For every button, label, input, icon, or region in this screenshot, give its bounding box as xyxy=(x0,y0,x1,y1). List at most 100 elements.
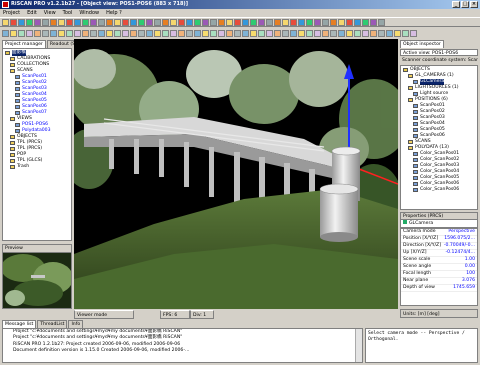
tab-object-inspector[interactable]: Object inspector xyxy=(400,40,444,48)
toolbar-button[interactable] xyxy=(2,18,9,26)
toolbar-button[interactable] xyxy=(378,18,385,26)
view-toolbar-button[interactable] xyxy=(242,29,249,37)
menu-view[interactable]: View xyxy=(44,9,56,17)
view-toolbar-button[interactable] xyxy=(370,29,377,37)
view-toolbar-button[interactable] xyxy=(202,29,209,37)
toolbar-button[interactable] xyxy=(194,18,201,26)
toolbar-button[interactable] xyxy=(322,18,329,26)
property-value[interactable]: 1596.075/2... xyxy=(441,235,477,243)
menu-window[interactable]: Window xyxy=(79,9,99,17)
toolbar-button[interactable] xyxy=(210,18,217,26)
close-button[interactable]: × xyxy=(470,1,478,8)
toolbar-button[interactable] xyxy=(58,18,65,26)
property-value[interactable]: 3.076 xyxy=(441,277,477,285)
toolbar-button[interactable] xyxy=(130,18,137,26)
property-row[interactable]: Depth of view 1745.659 xyxy=(401,284,477,292)
minimize-button[interactable]: _ xyxy=(452,1,460,8)
view-toolbar-button[interactable] xyxy=(138,29,145,37)
property-row[interactable]: Focal length 100 xyxy=(401,270,477,278)
property-value[interactable]: -0.12474/4... xyxy=(441,249,477,257)
tab-project-manager[interactable]: Project manager xyxy=(2,40,46,48)
view-toolbar-button[interactable] xyxy=(330,29,337,37)
toolbar-button[interactable] xyxy=(202,18,209,26)
view-toolbar-button[interactable] xyxy=(34,29,41,37)
property-row[interactable]: Direction [X/Y/Z] -0.70049/-0... xyxy=(401,242,477,250)
view-toolbar-button[interactable] xyxy=(194,29,201,37)
toolbar-button[interactable] xyxy=(26,18,33,26)
toolbar-button[interactable] xyxy=(218,18,225,26)
toolbar-button[interactable] xyxy=(74,18,81,26)
toolbar-button[interactable] xyxy=(338,18,345,26)
toolbar-button[interactable] xyxy=(50,18,57,26)
menu-help[interactable]: Help ? xyxy=(106,9,122,17)
toolbar-button[interactable] xyxy=(234,18,241,26)
view-toolbar-button[interactable] xyxy=(186,29,193,37)
property-row[interactable]: Near plane 3.076 xyxy=(401,277,477,285)
property-row[interactable]: Up [X/Y/Z] -0.12474/4... xyxy=(401,249,477,257)
property-row[interactable]: Position [X/Y/Z] 1596.075/2... xyxy=(401,235,477,243)
view-toolbar-button[interactable] xyxy=(266,29,273,37)
view-toolbar-button[interactable] xyxy=(66,29,73,37)
toolbar-button[interactable] xyxy=(106,18,113,26)
toolbar-button[interactable] xyxy=(354,18,361,26)
tree-item[interactable]: Color_ScanPos06 xyxy=(402,187,476,193)
view-toolbar-button[interactable] xyxy=(274,29,281,37)
object-inspector-tree[interactable]: OBJECTS GL_CAMERAS (1) GLCamera LIGHTSOURCE… xyxy=(400,65,478,210)
toolbar-button[interactable] xyxy=(258,18,265,26)
toolbar-button[interactable] xyxy=(370,18,377,26)
toolbar-button[interactable] xyxy=(226,18,233,26)
maximize-button[interactable]: □ xyxy=(461,1,469,8)
property-value[interactable]: 100 xyxy=(441,270,477,278)
tab-info[interactable]: Info xyxy=(68,320,84,328)
view-toolbar-button[interactable] xyxy=(218,29,225,37)
toolbar-button[interactable] xyxy=(170,18,177,26)
view-toolbar-button[interactable] xyxy=(210,29,217,37)
view-toolbar-button[interactable] xyxy=(74,29,81,37)
toolbar-button[interactable] xyxy=(42,18,49,26)
toolbar-button[interactable] xyxy=(290,18,297,26)
toolbar-button[interactable] xyxy=(82,18,89,26)
toolbar-button[interactable] xyxy=(34,18,41,26)
toolbar-button[interactable] xyxy=(18,18,25,26)
property-value[interactable]: 1745.659 xyxy=(441,284,477,292)
view-toolbar-button[interactable] xyxy=(234,29,241,37)
toolbar-button[interactable] xyxy=(154,18,161,26)
view-toolbar-button[interactable] xyxy=(226,29,233,37)
toolbar-button[interactable] xyxy=(266,18,273,26)
view-toolbar-button[interactable] xyxy=(154,29,161,37)
property-value[interactable]: 1.00 xyxy=(441,256,477,264)
toolbar-button[interactable] xyxy=(178,18,185,26)
toolbar-button[interactable] xyxy=(362,18,369,26)
toolbar-button[interactable] xyxy=(298,18,305,26)
toolbar-button[interactable] xyxy=(146,18,153,26)
view-toolbar-button[interactable] xyxy=(98,29,105,37)
view-toolbar-button[interactable] xyxy=(26,29,33,37)
view-toolbar-button[interactable] xyxy=(394,29,401,37)
view-toolbar-button[interactable] xyxy=(114,29,121,37)
toolbar-button[interactable] xyxy=(282,18,289,26)
view-toolbar-button[interactable] xyxy=(50,29,57,37)
view-toolbar-button[interactable] xyxy=(82,29,89,37)
tab-message-list[interactable]: Message list xyxy=(2,320,37,328)
view-toolbar-button[interactable] xyxy=(402,29,409,37)
view-toolbar-button[interactable] xyxy=(282,29,289,37)
view-toolbar-button[interactable] xyxy=(410,29,417,37)
project-tree[interactable]: 面影橋 CALIBRATIONS COLLECTIONS SCANS ScanPos01… xyxy=(2,48,72,241)
toolbar-button[interactable] xyxy=(98,18,105,26)
toolbar-button[interactable] xyxy=(314,18,321,26)
view-toolbar-button[interactable] xyxy=(122,29,129,37)
toolbar-button[interactable] xyxy=(274,18,281,26)
view-toolbar-button[interactable] xyxy=(18,29,25,37)
toolbar-button[interactable] xyxy=(330,18,337,26)
view-toolbar-button[interactable] xyxy=(354,29,361,37)
view-toolbar-button[interactable] xyxy=(306,29,313,37)
view-toolbar-button[interactable] xyxy=(42,29,49,37)
toolbar-button[interactable] xyxy=(66,18,73,26)
view-toolbar-button[interactable] xyxy=(250,29,257,37)
tree-item[interactable]: Trash xyxy=(4,164,70,170)
view-toolbar-button[interactable] xyxy=(178,29,185,37)
view-toolbar-button[interactable] xyxy=(362,29,369,37)
view-toolbar-button[interactable] xyxy=(2,29,9,37)
toolbar-button[interactable] xyxy=(122,18,129,26)
property-value[interactable]: 0.00 xyxy=(441,263,477,271)
